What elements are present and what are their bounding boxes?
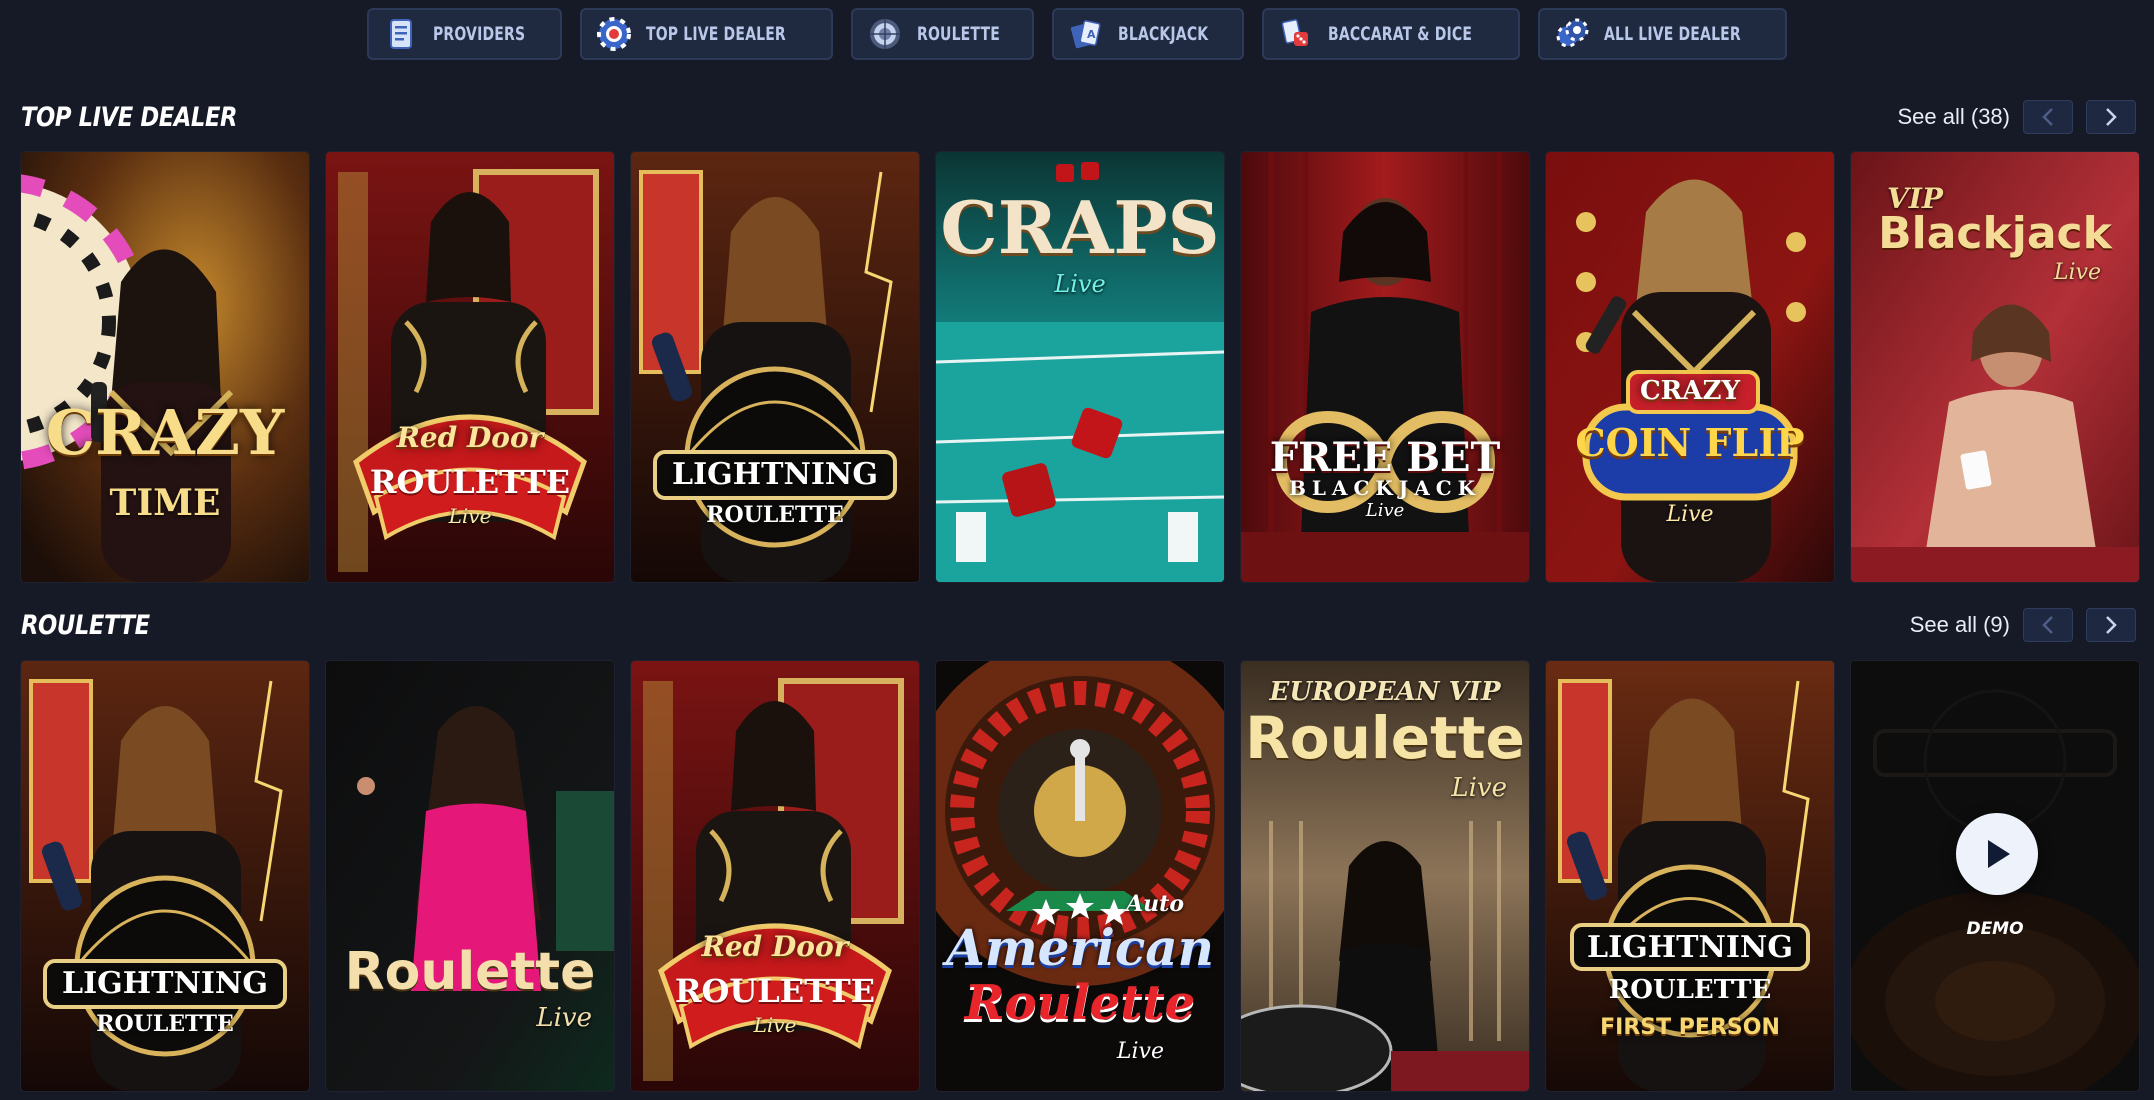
play-icon [1988,840,2010,868]
game-tile-crazy-coin-flip[interactable]: CRAZY COIN FLIP Live [1546,152,1834,582]
game-tile-lightning-roulette[interactable]: LIGHTNING ROULETTE [631,152,919,582]
game-tile-lightning-roulette-first-person[interactable]: LIGHTNING ROULETTE FIRST PERSON [1546,661,1834,1091]
demo-label: DEMO [1966,919,2024,939]
tile-subtitle: Roulette [1245,704,1525,772]
tile-badge: FIRST PERSON [1600,1015,1780,1040]
tile-title: Red Door [701,930,849,963]
game-tile-lightning-roulette[interactable]: LIGHTNING ROULETTE [21,661,309,1091]
section-header-roulette: ROULETTE See all (9) [21,605,2136,645]
providers-icon [390,19,413,49]
tile-subtitle: TIME [109,482,221,524]
poker-chip-icon [596,17,631,51]
tile-subtitle: Blackjack [1878,208,2112,259]
tile-subtitle: Live [536,1003,592,1033]
svg-text:A: A [1087,28,1096,41]
nav-providers[interactable]: PROVIDERS [367,8,562,60]
tile-badge: Live [2053,260,2101,285]
nav-top-live-dealer[interactable]: TOP LIVE DEALER [579,8,833,60]
chevron-left-icon [2042,108,2053,126]
game-tile-red-door-roulette[interactable]: Red Door ROULETTE Live [326,152,614,582]
tile-title: LIGHTNING [62,966,268,1001]
tile-subtitle: ROULETTE [369,463,571,501]
tiles-row-top-live-dealer: CRAZY TIME Red Door ROULETTE Live LIGHTN… [21,152,2141,582]
nav-blackjack-label: BLACKJACK [1117,23,1209,45]
section-controls: See all (38) [1897,100,2136,134]
tile-badge: Live [1451,773,1507,803]
prev-button[interactable] [2023,100,2073,134]
see-all-link[interactable]: See all (38) [1897,104,2010,130]
game-tile-red-door-roulette[interactable]: Red Door ROULETTE Live [631,661,919,1091]
tile-subtitle: Live [1054,270,1106,298]
game-tile-crazy-time[interactable]: CRAZY TIME [21,152,309,582]
tile-prefix: Auto [1126,891,1184,917]
section-title: ROULETTE [21,609,150,641]
see-all-link[interactable]: See all (9) [1910,612,2010,638]
chevron-left-icon [2042,616,2053,634]
category-nav: PROVIDERS TOP LIVE DEALER ROULETTE A BLA… [0,8,2154,60]
chevron-right-icon [2106,108,2117,126]
nav-all-live-dealer[interactable]: ALL LIVE DEALER [1537,8,1787,60]
cards-icon: A [1070,20,1101,49]
section-header-top-live-dealer: TOP LIVE DEALER See all (38) [21,97,2136,137]
game-tile-roulette-live[interactable]: Roulette Live [326,661,614,1091]
prev-button[interactable] [2023,608,2073,642]
tile-subtitle: BLACKJACK [1288,476,1482,500]
nav-baccarat-dice-label: BACCARAT & DICE [1327,23,1472,45]
tile-title: CRAPS [940,185,1220,270]
game-tile-american-roulette[interactable]: Auto American Roulette Live [936,661,1224,1091]
play-demo-button[interactable] [1956,813,2038,895]
tile-title: LIGHTNING [672,457,878,492]
tile-subtitle: ROULETTE [674,972,876,1010]
tile-title: American [945,918,1215,977]
game-tile-free-bet-blackjack[interactable]: FREE BET BLACKJACK Live [1241,152,1529,582]
next-button[interactable] [2086,608,2136,642]
tile-badge: Live [448,504,492,528]
tile-subtitle: ROULETTE [96,1011,234,1037]
chevron-right-icon [2106,616,2117,634]
tile-title: CRAZY [1639,376,1740,406]
tiles-row-roulette: LIGHTNING ROULETTE Roulette Live Red Doo… [21,661,2141,1091]
tile-title: LIGHTNING [1587,930,1793,965]
game-tile-craps-live[interactable]: CRAPS Live [936,152,1224,582]
nav-roulette[interactable]: ROULETTE [850,8,1034,60]
nav-roulette-label: ROULETTE [916,23,1000,45]
tile-badge: Live [1666,502,1714,527]
game-tile-vip-blackjack[interactable]: VIP Blackjack Live [1851,152,2139,582]
tile-subtitle: COIN FLIP [1575,420,1805,465]
game-tile-european-vip-roulette[interactable]: EUROPEAN VIP Roulette Live [1241,661,1529,1091]
tile-subtitle: ROULETTE [1608,975,1772,1005]
nav-providers-label: PROVIDERS [433,23,526,45]
tile-title: Roulette [344,942,596,1002]
tile-subtitle: ROULETTE [706,502,844,528]
nav-blackjack[interactable]: A BLACKJACK [1051,8,1244,60]
tile-badge: Live [1365,500,1405,521]
game-tile-demo[interactable]: DEMO [1851,661,2139,1091]
tile-badge: Live [753,1013,797,1037]
tile-title: CRAZY [45,396,285,469]
next-button[interactable] [2086,100,2136,134]
nav-all-live-dealer-label: ALL LIVE DEALER [1603,23,1741,45]
roulette-icon [869,19,900,49]
nav-baccarat-dice[interactable]: BACCARAT & DICE [1261,8,1520,60]
section-controls: See all (9) [1910,608,2136,642]
tile-subtitle: Roulette [964,975,1196,1031]
nav-top-live-dealer-label: TOP LIVE DEALER [645,23,786,45]
tile-title: FREE BET [1269,434,1501,481]
tile-badge: Live [1116,1039,1164,1064]
dice-cards-icon [1281,19,1308,46]
tile-title: Red Door [396,421,544,454]
tile-title: EUROPEAN VIP [1269,677,1501,707]
chips-icon [1556,18,1589,48]
section-title: TOP LIVE DEALER [21,101,238,133]
